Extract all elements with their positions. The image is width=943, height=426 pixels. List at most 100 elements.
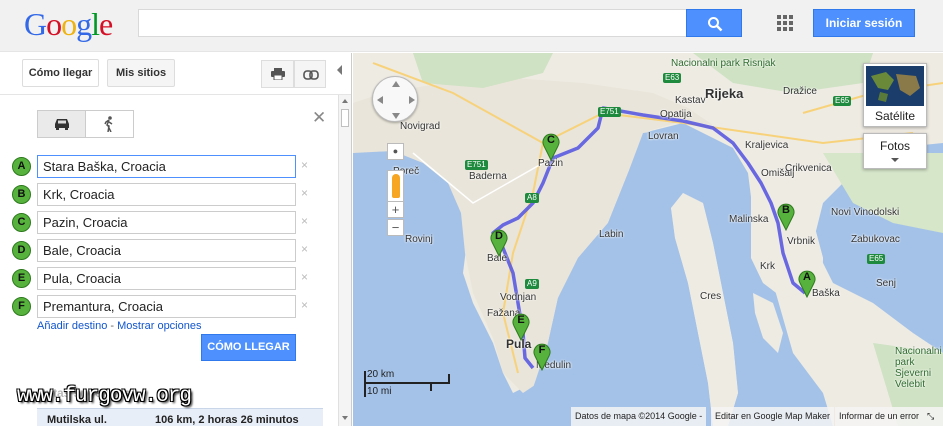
waypoint-row: E Pula, Croacia × [0,267,330,291]
apps-grid-icon[interactable] [777,15,793,31]
street-view-pegman-icon[interactable] [387,170,404,202]
center-location-button[interactable]: ● [387,143,404,160]
map-label: Dražice [783,86,817,97]
marker-letter: E [517,314,525,326]
road-shield: A8 [525,193,539,203]
watermark: www.furgovw.org [17,385,192,408]
map-label: Rovinj [405,234,433,245]
collapse-panel-icon[interactable] [337,65,342,75]
zoom-in-button[interactable]: + [387,201,404,218]
panel-scrollbar[interactable] [338,95,351,426]
map-label: Cres [700,291,722,302]
waypoint-row: D Bale, Croacia × [0,239,330,263]
remove-waypoint-icon[interactable]: × [301,242,308,256]
map-canvas[interactable]: Nacionalni park Risnjak Kastav Rijeka Op… [353,53,943,426]
satellite-toggle[interactable]: Satélite [863,63,927,127]
tab-directions[interactable]: Cómo llegar [22,59,99,87]
route-marker-c-icon[interactable]: C [541,131,561,161]
suggested-route-item[interactable]: Mutilska ul. 106 km, 2 horas 26 minutos [37,408,323,426]
waypoint-marker-e-icon[interactable]: E [12,269,31,288]
zoom-out-button[interactable]: − [387,219,404,236]
map-label: Krk [760,261,775,272]
satellite-thumbnail [866,66,924,106]
pan-left-icon[interactable] [377,96,383,104]
photos-dropdown[interactable]: Fotos [863,133,927,169]
marker-letter: F [538,344,546,356]
waypoint-input-c[interactable]: Pazin, Croacia [37,211,296,234]
scroll-thumb[interactable] [341,109,349,127]
tab-my-places[interactable]: Mis sitios [107,59,175,87]
pan-right-icon[interactable] [409,96,415,104]
close-directions-icon[interactable]: ✕ [312,108,326,128]
map-label: Novi Vinodolski [831,207,900,218]
mode-driving-button[interactable] [38,111,86,137]
remove-waypoint-icon[interactable]: × [301,214,308,228]
remove-waypoint-icon[interactable]: × [301,186,308,200]
waypoint-row: A Stara Baška, Croacia × [0,155,330,179]
scroll-up-arrow-icon[interactable] [342,99,348,103]
map-label: Vodnjan [500,292,537,303]
waypoint-marker-c-icon[interactable]: C [12,213,31,232]
waypoint-marker-d-icon[interactable]: D [12,241,31,260]
expand-corner-icon[interactable]: ⤡ [923,407,943,426]
map-label: Labin [599,229,624,240]
marker-letter: A [803,271,811,283]
road-shield: A9 [525,279,539,289]
road-shield: E65 [833,96,852,106]
map-label: Crikvenica [785,163,832,174]
map-label: Zabukovac [851,234,900,245]
sign-in-button[interactable]: Iniciar sesión [813,9,915,37]
marker-letter: B [782,204,790,216]
get-directions-button[interactable]: CÓMO LLEGAR [201,334,296,361]
route-marker-d-icon[interactable]: D [489,227,509,257]
pan-down-icon[interactable] [392,113,400,119]
divider [0,94,351,95]
google-logo[interactable]: Google [24,6,113,43]
photos-label: Fotos [879,139,910,153]
app-window: Google Iniciar sesión Cómo llegar Mis si… [0,0,943,426]
route-marker-e-icon[interactable]: E [511,311,531,341]
link-button[interactable] [294,60,326,88]
map-label: Opatija [660,109,692,120]
map-label: Nacionalni park Sjeverni Velebit [895,346,942,390]
link-icon [303,70,319,80]
pan-control[interactable] [372,76,418,122]
waypoint-marker-b-icon[interactable]: B [12,185,31,204]
waypoint-input-a[interactable]: Stara Baška, Croacia [37,155,296,178]
satellite-label: Satélite [874,109,916,123]
route-name: Mutilska ul. [47,414,107,426]
map-label: Novigrad [400,121,441,132]
waypoint-marker-f-icon[interactable]: F [12,297,31,316]
waypoint-input-f[interactable]: Premantura, Croacia [37,295,296,318]
walking-icon [104,116,113,132]
remove-waypoint-icon[interactable]: × [301,270,308,284]
marker-letter: D [495,230,503,242]
show-options-link[interactable]: Mostrar opciones [117,320,201,332]
logo-letter: G [24,6,47,42]
search-input[interactable] [138,9,688,37]
waypoint-row: B Krk, Croacia × [0,183,330,207]
mode-walking-button[interactable] [86,111,133,137]
waypoint-input-b[interactable]: Krk, Croacia [37,183,296,206]
edit-map-maker-link[interactable]: Editar en Google Map Maker [711,407,835,426]
logo-letter: l [91,6,100,42]
map-label: Malinska [729,214,769,225]
remove-waypoint-icon[interactable]: × [301,158,308,172]
route-marker-b-icon[interactable]: B [776,201,796,231]
waypoint-input-e[interactable]: Pula, Croacia [37,267,296,290]
road-shield: E751 [465,160,488,170]
logo-letter: o [46,6,62,42]
waypoint-input-d[interactable]: Bale, Croacia [37,239,296,262]
car-icon [55,119,69,130]
report-error-link[interactable]: Informar de un error [835,407,924,426]
print-button[interactable] [261,60,294,88]
pan-up-icon[interactable] [392,81,400,87]
add-destination-link[interactable]: Añadir destino [37,320,107,332]
waypoint-marker-a-icon[interactable]: A [12,157,31,176]
scale-km: 20 km [367,369,395,380]
scroll-down-arrow-icon[interactable] [342,416,348,420]
remove-waypoint-icon[interactable]: × [301,298,308,312]
route-marker-f-icon[interactable]: F [532,341,552,371]
search-button[interactable] [686,9,742,37]
route-marker-a-icon[interactable]: A [797,268,817,298]
